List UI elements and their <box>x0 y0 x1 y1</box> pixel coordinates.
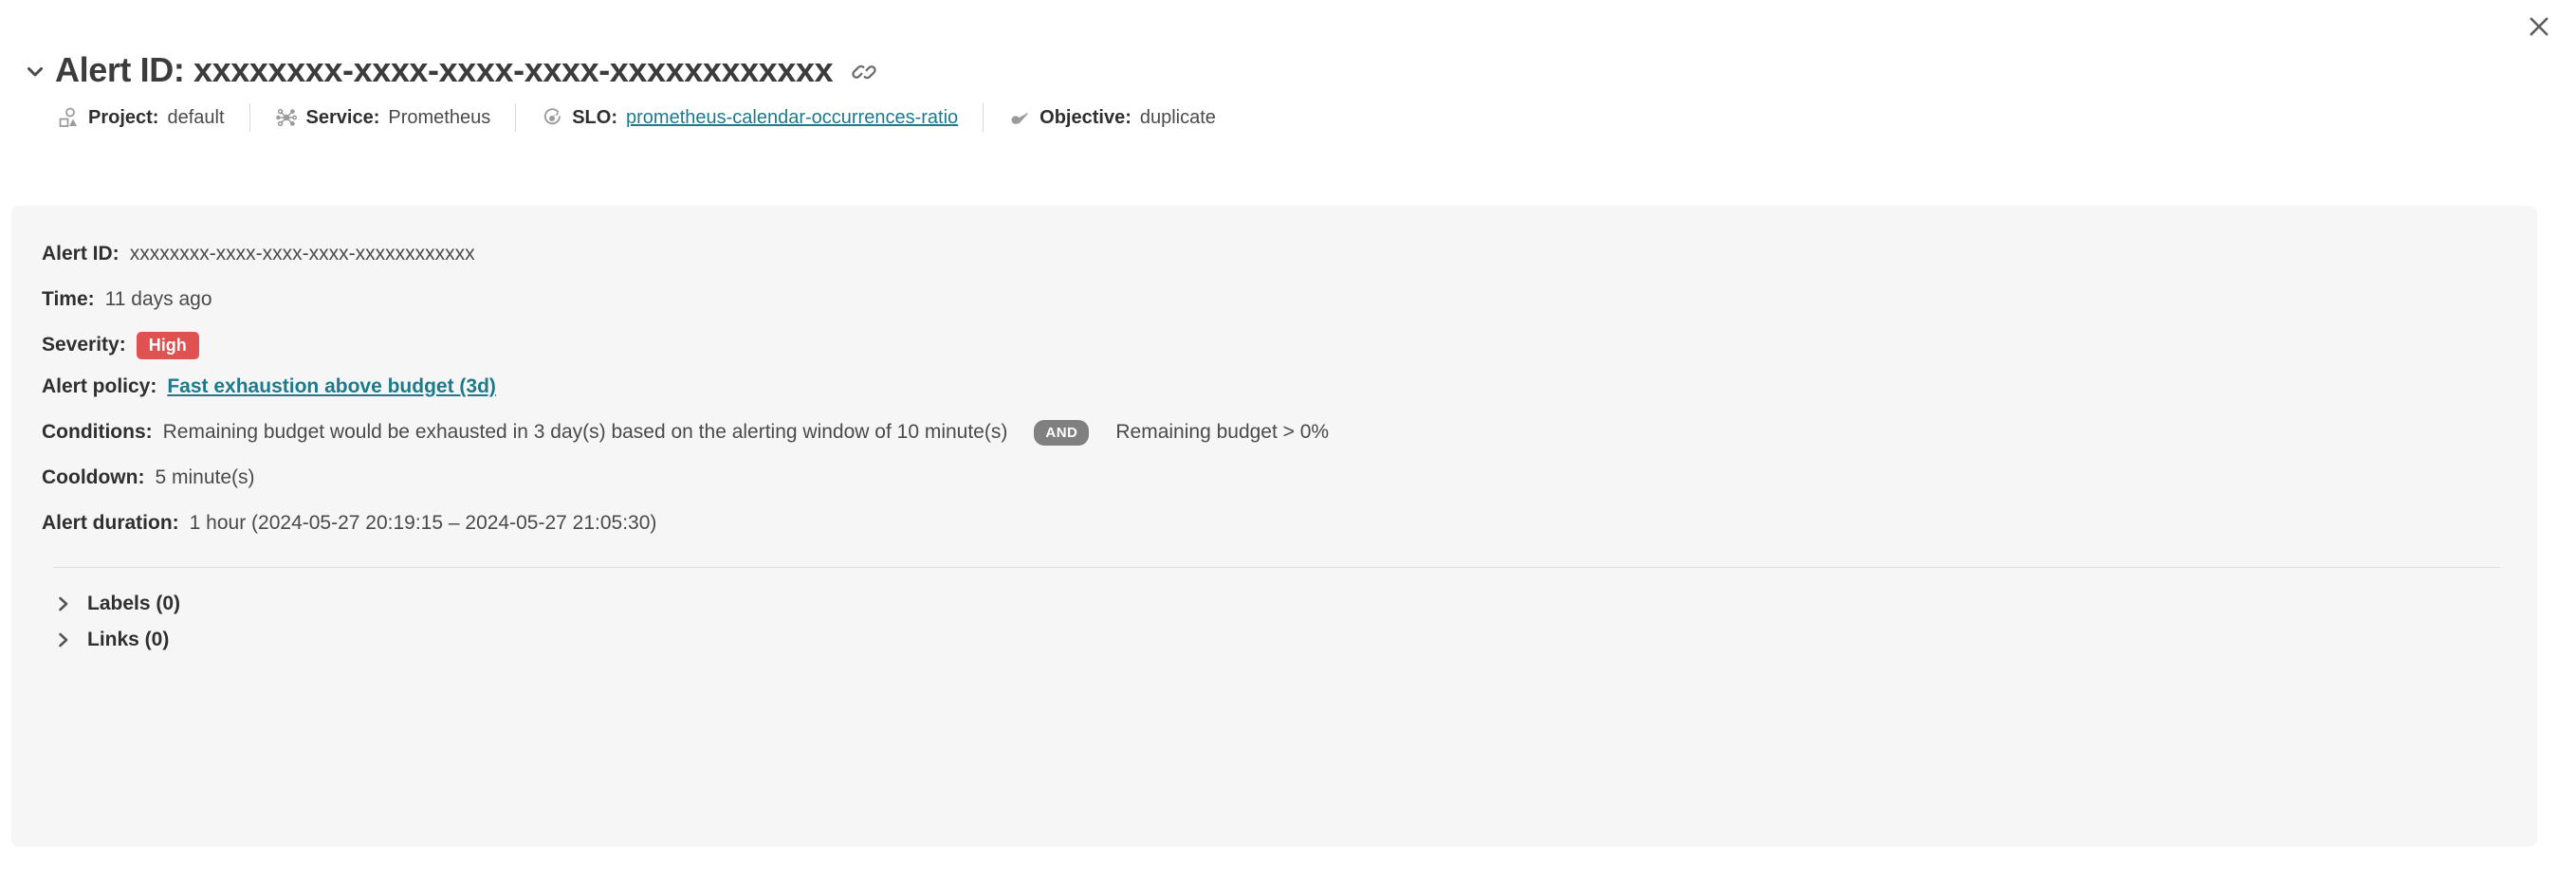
service-hub-icon <box>275 106 298 129</box>
field-time-label: Time: <box>42 288 95 310</box>
field-cooldown-label: Cooldown: <box>42 466 145 488</box>
meta-slo-link[interactable]: prometheus-calendar-occurrences-ratio <box>626 107 958 129</box>
meta-divider <box>248 103 250 132</box>
meta-divider <box>983 103 984 132</box>
field-alert-policy-label: Alert policy: <box>42 375 157 397</box>
condition-first: Remaining budget would be exhausted in 3… <box>162 421 1008 443</box>
meta-slo-label: SLO: <box>572 106 617 128</box>
field-time-value: 11 days ago <box>104 288 212 310</box>
field-alert-id-value: xxxxxxxx-xxxx-xxxx-xxxx-xxxxxxxxxxxx <box>129 243 475 265</box>
section-toggle-labels[interactable]: Labels (0) <box>42 593 2537 615</box>
status-badge: High <box>136 331 199 359</box>
field-cooldown: Cooldown: 5 minute(s) <box>42 464 2537 492</box>
alert-header: Alert ID: xxxxxxxx-xxxx-xxxx-xxxx-xxxxxx… <box>0 0 2576 132</box>
field-alert-duration-value: 1 hour (2024-05-27 20:19:15 – 2024-05-27… <box>189 512 657 534</box>
meta-project: Project: default <box>57 106 225 129</box>
alert-policy-link[interactable]: Fast exhaustion above budget (3d) <box>167 375 496 398</box>
field-conditions: Conditions: Remaining budget would be ex… <box>42 418 2537 447</box>
field-cooldown-value: 5 minute(s) <box>155 466 255 488</box>
meta-divider <box>515 103 517 132</box>
field-alert-duration: Alert duration: 1 hour (2024-05-27 20:19… <box>42 509 2537 538</box>
section-divider <box>53 567 2500 568</box>
meta-objective-value: duplicate <box>1139 106 1216 128</box>
field-alert-duration-label: Alert duration: <box>42 512 179 534</box>
field-alert-policy: Alert policy: Fast exhaustion above budg… <box>42 373 2537 401</box>
meta-project-label: Project: <box>88 106 159 128</box>
meta-project-value: default <box>167 106 225 128</box>
dart-icon <box>1008 106 1031 129</box>
meta-slo: SLO: prometheus-calendar-occurrences-rat… <box>541 106 958 129</box>
field-severity-label: Severity: <box>42 334 126 356</box>
meta-objective-label: Objective: <box>1040 106 1132 128</box>
alert-details-panel: Alert ID: xxxxxxxx-xxxx-xxxx-xxxx-xxxxxx… <box>11 206 2537 847</box>
field-severity: Severity: High <box>42 331 2537 359</box>
link-icon <box>852 64 876 80</box>
section-label-links: Links (0) <box>87 629 170 650</box>
title-row: Alert ID: xxxxxxxx-xxxx-xxxx-xxxx-xxxxxx… <box>0 49 2576 91</box>
target-icon <box>541 106 563 129</box>
field-conditions-label: Conditions: <box>42 421 153 443</box>
shapes-icon <box>57 106 80 129</box>
meta-service-label: Service: <box>305 106 380 128</box>
close-button[interactable] <box>2523 10 2555 43</box>
copy-link-button[interactable] <box>851 59 877 85</box>
page-title: Alert ID: xxxxxxxx-xxxx-xxxx-xxxx-xxxxxx… <box>55 50 834 89</box>
condition-second: Remaining budget > 0% <box>1115 421 1330 443</box>
meta-service-value: Prometheus <box>388 106 491 128</box>
chevron-down-icon <box>28 67 43 77</box>
field-alert-id: Alert ID: xxxxxxxx-xxxx-xxxx-xxxx-xxxxxx… <box>42 240 2537 268</box>
meta-objective: Objective: duplicate <box>1008 106 1216 129</box>
section-label-labels: Labels (0) <box>87 593 181 614</box>
field-time: Time: 11 days ago <box>42 285 2537 314</box>
operator-badge: AND <box>1034 419 1090 446</box>
chevron-right-icon <box>53 630 74 650</box>
collapse-toggle[interactable] <box>21 58 49 86</box>
meta-service: Service: Prometheus <box>275 106 491 129</box>
close-icon <box>2530 17 2548 36</box>
chevron-right-icon <box>53 593 74 614</box>
section-toggle-links[interactable]: Links (0) <box>42 629 2537 651</box>
field-alert-id-label: Alert ID: <box>42 243 120 265</box>
alert-meta-row: Project: default Service: Prometheus SLO… <box>0 103 2576 132</box>
